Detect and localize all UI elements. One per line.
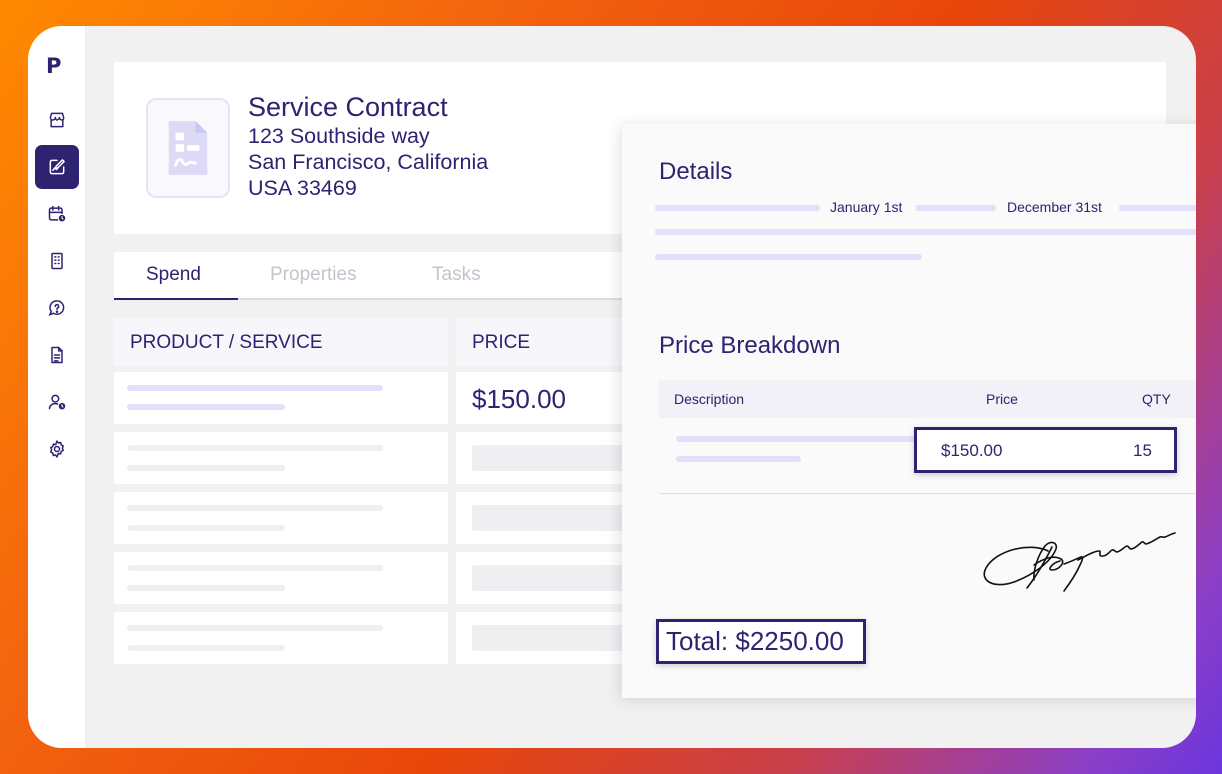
help-chat-icon bbox=[48, 300, 65, 317]
column-header-product: PRODUCT / SERVICE bbox=[114, 318, 448, 366]
start-date: January 1st bbox=[830, 199, 903, 215]
placeholder-line bbox=[127, 465, 285, 471]
placeholder-line bbox=[127, 404, 285, 410]
table-row-product-cell[interactable] bbox=[114, 432, 448, 484]
store-icon bbox=[49, 112, 65, 128]
price-breakdown-row-highlight[interactable]: $150.00 15 bbox=[914, 427, 1177, 473]
placeholder-line bbox=[127, 505, 383, 511]
sidebar-item-users[interactable] bbox=[35, 380, 79, 424]
placeholder-line bbox=[655, 229, 1196, 235]
placeholder-line bbox=[655, 254, 922, 260]
header-qty: QTY bbox=[1142, 391, 1171, 407]
active-tab-indicator bbox=[114, 298, 238, 300]
details-panel: Details January 1st December 31st Price … bbox=[622, 124, 1196, 698]
contract-title: Service Contract bbox=[248, 92, 448, 122]
building-icon bbox=[51, 252, 63, 270]
placeholder-line bbox=[127, 445, 383, 451]
table-row-product-cell[interactable] bbox=[114, 492, 448, 544]
placeholder-line bbox=[127, 385, 383, 391]
placeholder-line bbox=[676, 436, 921, 442]
breakdown-qty: 15 bbox=[1133, 441, 1152, 460]
price-breakdown-header: Description Price QTY bbox=[659, 380, 1196, 418]
details-title: Details bbox=[659, 158, 733, 185]
breakdown-price: $150.00 bbox=[941, 441, 1003, 460]
placeholder-line bbox=[127, 625, 383, 631]
placeholder-line bbox=[915, 205, 996, 211]
price-breakdown-title: Price Breakdown bbox=[659, 332, 841, 359]
settings-icon bbox=[50, 440, 64, 458]
placeholder-line bbox=[127, 525, 285, 531]
placeholder-line bbox=[127, 565, 383, 571]
placeholder-line bbox=[655, 205, 820, 211]
table-row-product-cell[interactable] bbox=[114, 612, 448, 664]
address-line-2: San Francisco, California bbox=[248, 150, 489, 174]
placeholder-line bbox=[127, 645, 285, 651]
tab-properties[interactable]: Properties bbox=[270, 264, 357, 286]
sidebar-item-schedule[interactable] bbox=[35, 192, 79, 236]
tab-bar: Spend Properties Tasks bbox=[114, 252, 634, 300]
sidebar-item-buildings[interactable] bbox=[35, 239, 79, 283]
signature-image bbox=[983, 532, 1176, 592]
sidebar-item-settings[interactable] bbox=[35, 427, 79, 471]
placeholder-line bbox=[676, 456, 801, 462]
sidebar-item-help[interactable] bbox=[35, 286, 79, 330]
address-line-3: USA 33469 bbox=[248, 176, 357, 200]
placeholder-line bbox=[1119, 205, 1196, 211]
app-window: P Service Contract 123 Southside way San… bbox=[28, 26, 1196, 748]
tab-tasks[interactable]: Tasks bbox=[432, 264, 481, 286]
total-amount: Total: $2250.00 bbox=[656, 619, 866, 664]
app-logo: P bbox=[46, 54, 62, 78]
divider bbox=[659, 493, 1196, 494]
table-row-product-cell[interactable] bbox=[114, 372, 448, 424]
sidebar-item-store[interactable] bbox=[35, 98, 79, 142]
header-description: Description bbox=[674, 391, 745, 407]
table-row-product-cell[interactable] bbox=[114, 552, 448, 604]
tab-spend[interactable]: Spend bbox=[146, 264, 201, 286]
document-icon bbox=[51, 346, 63, 364]
calendar-clock-icon bbox=[48, 205, 67, 223]
end-date: December 31st bbox=[1007, 199, 1102, 215]
row-price-value: $150.00 bbox=[472, 384, 566, 414]
address-line-1: 123 Southside way bbox=[248, 124, 430, 148]
contract-document-icon bbox=[146, 98, 230, 198]
user-clock-icon bbox=[48, 394, 67, 411]
contract-edit-icon bbox=[49, 159, 65, 175]
sidebar-item-contracts[interactable] bbox=[35, 145, 79, 189]
sidebar: P bbox=[28, 26, 86, 748]
placeholder-line bbox=[127, 585, 285, 591]
header-price: Price bbox=[986, 391, 1018, 407]
sidebar-item-documents[interactable] bbox=[35, 333, 79, 377]
